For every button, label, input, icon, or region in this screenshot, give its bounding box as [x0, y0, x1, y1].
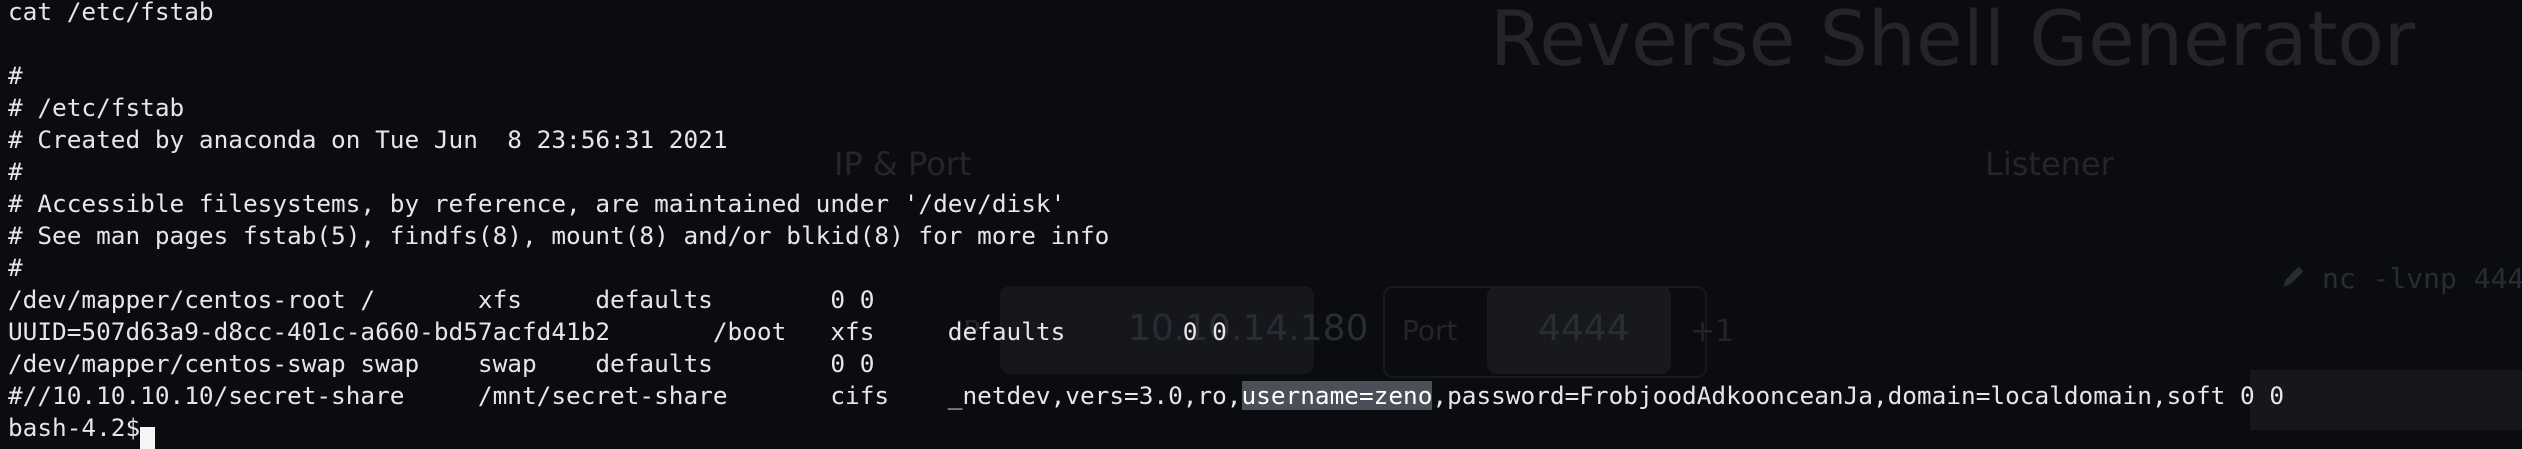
terminal-output: cat /etc/fstab # # /etc/fstab # Created … [0, 0, 2522, 449]
terminal-line: # [8, 253, 23, 282]
terminal-line: # See man pages fstab(5), findfs(8), mou… [8, 221, 1110, 250]
share-line-suffix: ,password=FrobjoodAdkoonceanJa,domain=lo… [1432, 381, 2285, 410]
terminal-line: # /etc/fstab [8, 93, 185, 122]
share-line-prefix: #//10.10.10.10/secret-share /mnt/secret-… [8, 381, 1242, 410]
terminal-line: # [8, 61, 23, 90]
terminal-line: /dev/mapper/centos-swap swap swap defaul… [8, 349, 875, 378]
terminal-line: UUID=507d63a9-d8cc-401c-a660-bd57acfd41b… [8, 317, 1227, 346]
highlighted-selection[interactable]: username=zeno [1241, 381, 1433, 410]
terminal-line: cat /etc/fstab [8, 0, 214, 26]
terminal-line: # [8, 157, 23, 186]
shell-prompt: bash-4.2$ [8, 413, 155, 442]
terminal-line: /dev/mapper/centos-root / xfs defaults 0… [8, 285, 875, 314]
terminal-line: # Accessible filesystems, by reference, … [8, 189, 1066, 218]
terminal-line: # Created by anaconda on Tue Jun 8 23:56… [8, 125, 728, 154]
terminal-cursor [140, 427, 155, 449]
terminal-line-share: #//10.10.10.10/secret-share /mnt/secret-… [8, 380, 2284, 412]
